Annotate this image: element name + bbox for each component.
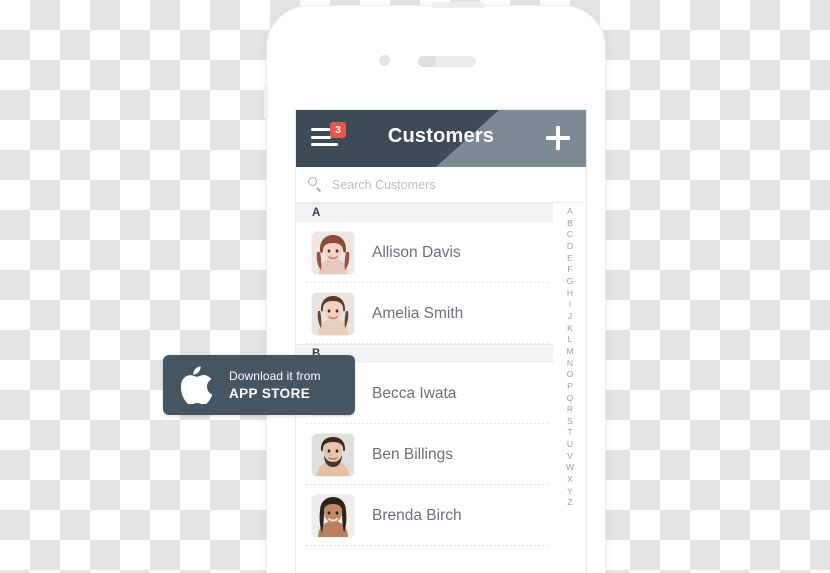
alpha-index-letter[interactable]: W [566,462,574,474]
avatar [312,494,354,537]
alpha-index-letter[interactable]: P [567,381,573,393]
avatar [312,231,354,274]
alpha-index-letter[interactable]: K [567,323,573,335]
camera-dot-icon [379,55,390,66]
apple-logo-icon [180,366,213,405]
menu-notification-badge: 3 [330,122,346,138]
avatar [312,292,354,335]
list-item-label: Amelia Smith [372,304,464,322]
search-icon [308,177,323,192]
alpha-index-letter[interactable]: U [567,439,573,451]
list-item-label: Brenda Birch [372,506,462,524]
list-item-label: Becca Iwata [372,384,457,402]
list-item-label: Ben Billings [372,445,453,463]
app-header: 3 Customers [296,110,586,167]
hamburger-line-1 [311,128,331,132]
app-store-badge-text: Download it from APP STORE [229,367,321,403]
earpiece-speaker-icon [418,56,476,67]
alpha-index-letter[interactable]: R [567,404,573,416]
alpha-index-letter[interactable]: S [567,416,573,428]
app-store-badge-line2: APP STORE [229,386,311,401]
alpha-index-letter[interactable]: V [567,451,573,463]
app-store-download-badge[interactable]: Download it from APP STORE [163,355,355,415]
alpha-index-letter[interactable]: T [567,427,572,439]
list-item[interactable]: Amelia Smith [296,283,553,344]
search-input[interactable]: Search Customers [332,178,436,192]
hamburger-menu-icon[interactable]: 3 [311,122,346,152]
alpha-index-letter[interactable]: C [567,229,573,241]
alpha-index-letter[interactable]: H [567,288,573,300]
avatar [312,433,354,476]
alpha-index-letter[interactable]: J [568,311,572,323]
app-store-badge-line1: Download it from [229,369,321,383]
phone-screen: 3 Customers Search Customers A Allison D… [296,110,586,573]
phone-top-button [432,2,484,8]
hamburger-line-3 [311,143,338,147]
phone-device-frame: 3 Customers Search Customers A Allison D… [264,2,605,573]
alpha-index-letter[interactable]: F [567,264,572,276]
alpha-index-letter[interactable]: L [568,334,573,346]
alpha-index-letter[interactable]: Z [567,497,572,509]
phone-side-button [264,84,268,118]
list-item[interactable]: Brenda Birch [296,485,553,546]
search-bar[interactable]: Search Customers [296,167,586,203]
alpha-index-letter[interactable]: G [567,276,574,288]
alpha-index-letter[interactable]: A [567,206,573,218]
alpha-index-letter[interactable]: X [567,474,573,486]
alphabet-index-scrubber[interactable]: A B C D E F G H I J K L M N O P Q R S T … [556,206,584,509]
alpha-index-letter[interactable]: E [567,253,573,265]
alpha-index-letter[interactable]: O [567,369,574,381]
screenshot-stage: 3 Customers Search Customers A Allison D… [0,0,830,573]
alpha-index-letter[interactable]: D [567,241,573,253]
list-item[interactable]: Ben Billings [296,424,553,485]
alpha-index-letter[interactable]: N [567,358,573,370]
alpha-index-letter[interactable]: B [567,218,573,230]
list-item[interactable]: Allison Davis [296,222,553,283]
list-section-header-a: A [296,203,553,222]
add-customer-button[interactable] [546,126,570,150]
alpha-index-letter[interactable]: Y [567,486,573,498]
alpha-index-letter[interactable]: M [566,346,573,358]
list-item-label: Allison Davis [372,243,461,261]
alpha-index-letter[interactable]: Q [567,393,574,405]
alpha-index-letter[interactable]: I [569,299,571,311]
hamburger-line-2 [311,135,331,139]
